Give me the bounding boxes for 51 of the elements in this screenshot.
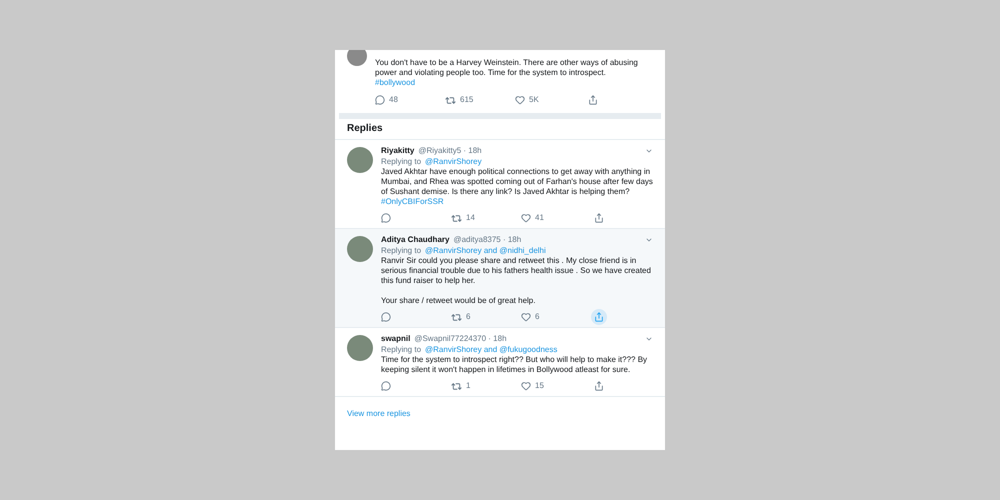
tweet-text: You don't have to be a Harvey Weinstein. There are other ways of abusing power and violating people too. Time for the system to introspect. (375, 58, 639, 78)
retweet-count: 14 (466, 213, 475, 223)
mention-link[interactable]: @RanvirShorey (425, 156, 482, 167)
share-button[interactable] (591, 309, 607, 325)
retweet-count: 6 (466, 312, 470, 322)
user-name[interactable]: Aditya Chaudhary (381, 234, 450, 245)
reply-count: 48 (389, 95, 398, 105)
reply-icon[interactable] (381, 381, 391, 391)
like-icon[interactable] (521, 381, 531, 391)
user-name[interactable]: swapnil (381, 333, 410, 344)
retweet-icon[interactable] (451, 212, 462, 224)
retweet-icon[interactable] (451, 380, 462, 392)
reply-text: Javed Akhtar have enough political connections to get away with anything in Mumbai, and Rhea was spotted coming out of Farhan's house after few days of Sushant demise. Is there any link? Is Javed Akhtar is helping them? (381, 167, 653, 197)
retweet-count: 1 (466, 381, 470, 391)
like-icon[interactable] (521, 312, 531, 322)
user-name[interactable]: Riyakitty (381, 145, 414, 156)
reply-item[interactable] (335, 229, 665, 328)
reply-icon[interactable] (375, 95, 385, 105)
mention-link[interactable]: @RanvirShorey and @nidhi_delhi (425, 245, 546, 256)
retweet-icon[interactable] (451, 312, 462, 322)
like-icon[interactable] (515, 95, 525, 105)
user-handle: @Riyakitty5 · 18h (418, 145, 482, 156)
avatar (347, 335, 373, 361)
retweet-count: 615 (460, 95, 474, 105)
like-count: 15 (535, 381, 544, 391)
avatar (347, 236, 373, 262)
hashtag-link[interactable]: #OnlyCBIForSSR (381, 197, 444, 207)
user-handle: @aditya8375 · 18h (453, 234, 522, 245)
replying-label: Replying to (381, 156, 422, 167)
reply-text: Your share / retweet would be of great help. (381, 296, 536, 306)
mention-link[interactable]: @RanvirShorey and @fukugoodness (425, 344, 558, 355)
reply-icon[interactable] (381, 312, 391, 322)
like-count: 5K (529, 95, 539, 105)
replying-label: Replying to (381, 245, 422, 256)
like-count: 6 (535, 312, 540, 322)
replying-label: Replying to (381, 344, 422, 355)
share-icon (588, 95, 598, 105)
retweet-icon[interactable] (445, 94, 456, 106)
share-icon (594, 312, 604, 322)
share-icon (594, 213, 604, 223)
avatar (347, 147, 373, 173)
like-icon[interactable] (521, 213, 531, 223)
hashtag-link[interactable]: #bollywood (375, 78, 653, 88)
reply-text: Time for the system to introspect right?? But who will help to make it??? By keeping silent it won't happen in lifetimes in Bollywood atleast for sure. (381, 355, 648, 375)
share-icon (594, 381, 604, 391)
user-handle: @Swapnil77224370 · 18h (414, 333, 507, 344)
view-more-link[interactable]: View more replies (347, 409, 410, 419)
reply-text: Ranvir Sir could you please share and retweet this . My close friend is in serious financial trouble due to his fathers health issue . So we have created this fund raiser to help her. (381, 256, 652, 286)
like-count: 41 (535, 213, 544, 223)
avatar (347, 50, 367, 66)
reply-icon[interactable] (381, 213, 391, 223)
